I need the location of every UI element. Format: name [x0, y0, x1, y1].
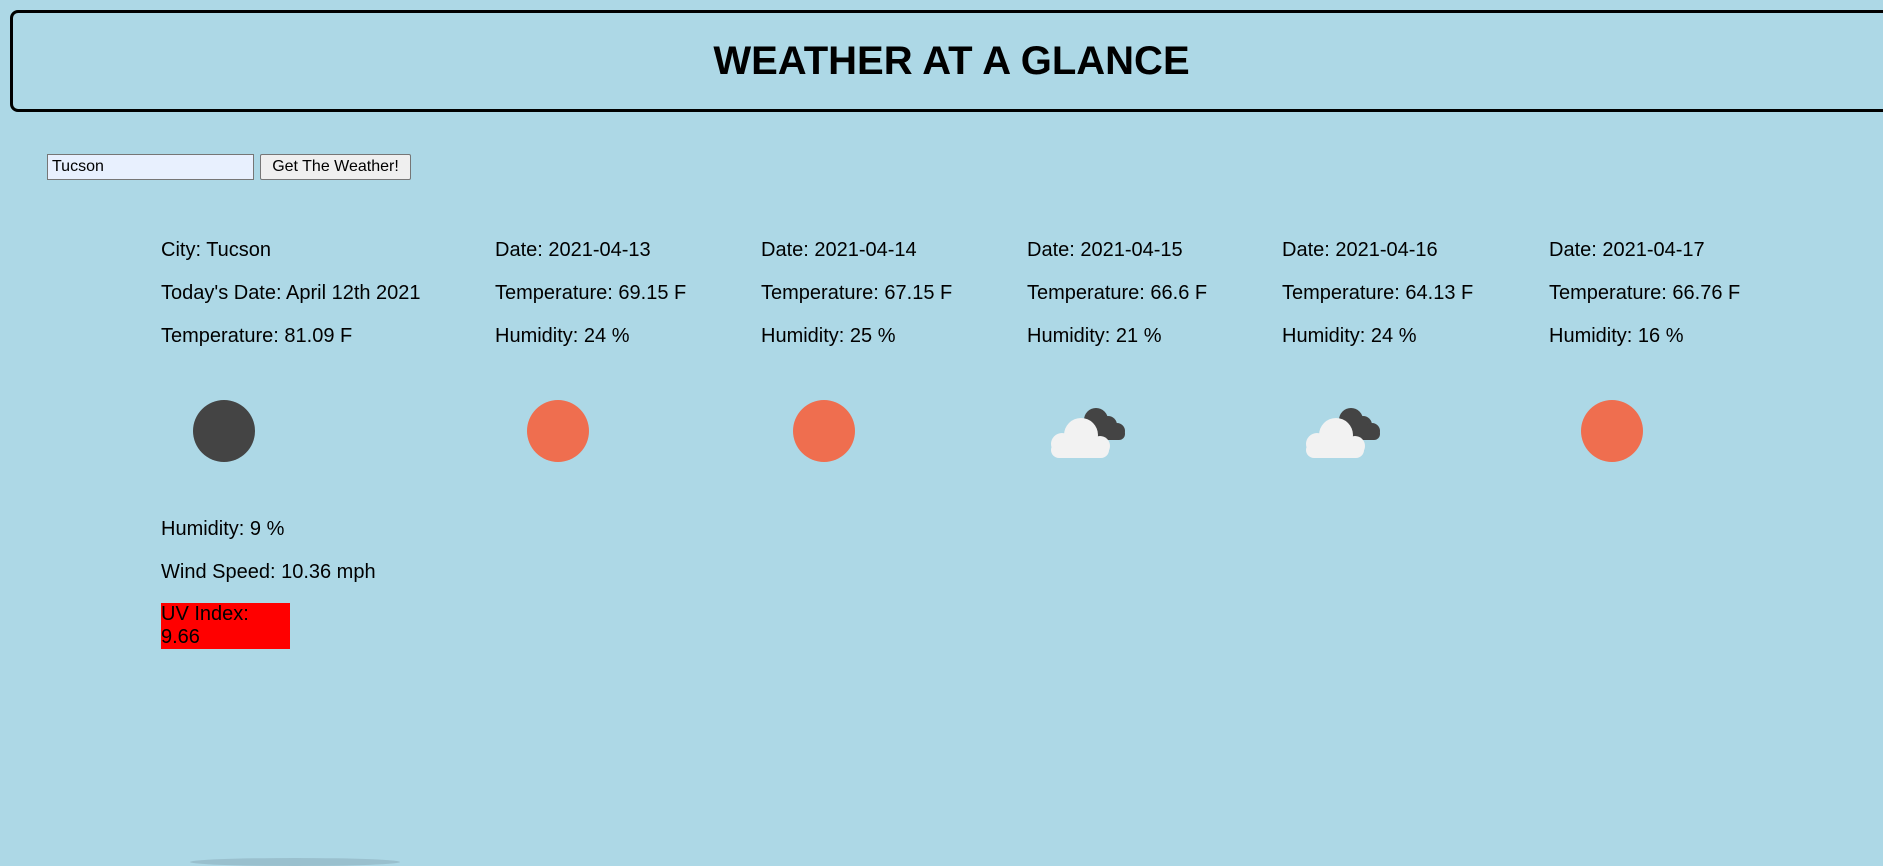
forecast-date: Date: 2021-04-13 — [495, 239, 651, 261]
sun-icon — [1581, 400, 1671, 462]
uv-index-value: 9.66 — [161, 626, 200, 648]
bottom-shadow — [190, 858, 400, 866]
forecast-date: Date: 2021-04-15 — [1027, 239, 1183, 261]
forecast-temperature: Temperature: 67.15 F — [761, 282, 953, 304]
forecast-temperature: Temperature: 66.6 F — [1027, 282, 1208, 304]
forecast-humidity: Humidity: 25 % — [761, 325, 896, 347]
forecast-humidity: Humidity: 24 % — [495, 325, 630, 347]
uv-index-label: UV Index: — [161, 603, 249, 625]
moon-icon — [193, 400, 283, 462]
forecast-date: Date: 2021-04-16 — [1282, 239, 1438, 261]
forecast-temperature: Temperature: 69.15 F — [495, 282, 687, 304]
current-city: City: Tucson — [161, 239, 272, 261]
forecast-temperature: Temperature: 64.13 F — [1282, 282, 1474, 304]
current-wind-speed: Wind Speed: 10.36 mph — [161, 561, 376, 583]
get-weather-button[interactable]: Get The Weather! — [260, 154, 411, 180]
city-search-input[interactable] — [47, 154, 254, 180]
forecast-temperature: Temperature: 66.76 F — [1549, 282, 1741, 304]
forecast-humidity: Humidity: 16 % — [1549, 325, 1684, 347]
forecast-humidity: Humidity: 24 % — [1282, 325, 1417, 347]
forecast-humidity: Humidity: 21 % — [1027, 325, 1162, 347]
sun-icon — [527, 400, 617, 462]
page-header: WEATHER AT A GLANCE — [10, 10, 1883, 112]
current-temperature: Temperature: 81.09 F — [161, 325, 353, 347]
forecast-date: Date: 2021-04-14 — [761, 239, 917, 261]
clouds-icon — [1300, 400, 1390, 462]
current-date: Today's Date: April 12th 2021 — [161, 282, 421, 304]
page-title: WEATHER AT A GLANCE — [713, 39, 1190, 83]
sun-icon — [793, 400, 883, 462]
forecast-date: Date: 2021-04-17 — [1549, 239, 1705, 261]
current-humidity: Humidity: 9 % — [161, 518, 285, 540]
clouds-icon — [1045, 400, 1135, 462]
uv-index-badge: UV Index: 9.66 — [161, 603, 290, 649]
